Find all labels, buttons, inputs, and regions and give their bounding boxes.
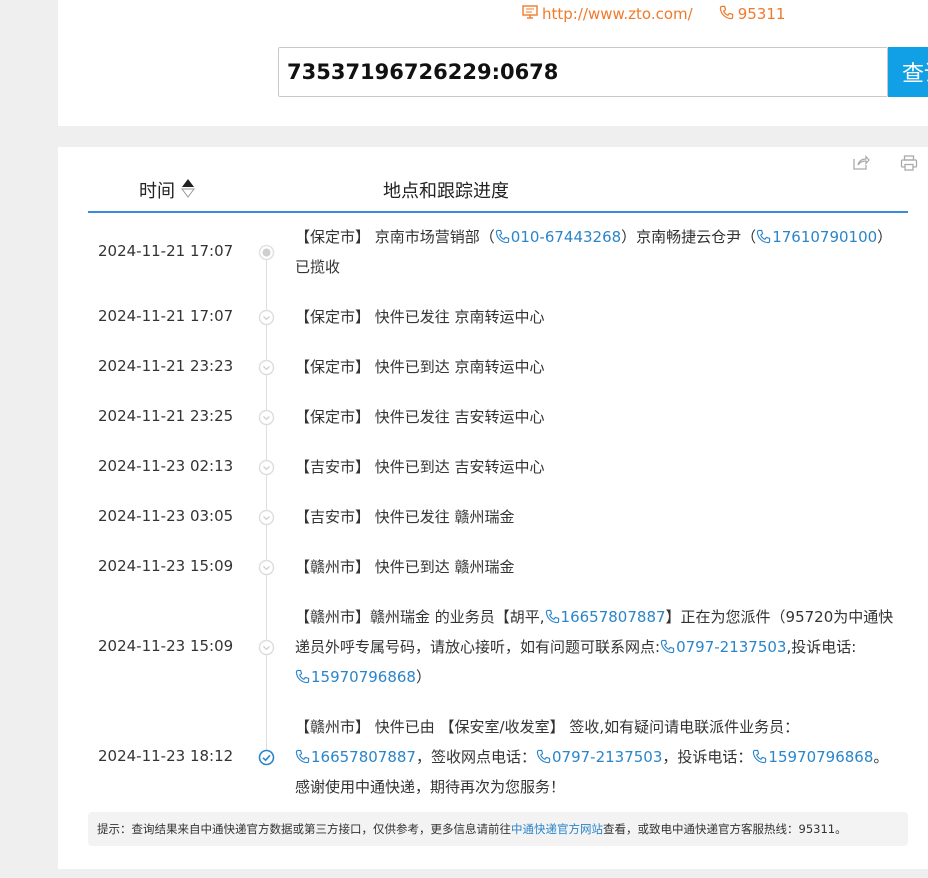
tracking-description: 【保定市】 快件已发往 吉安转运中心 (295, 408, 545, 426)
tracking-description: 【赣州市】 快件已由 【保安室/收发室】 签收,如有疑问请电联派件业务员：166… (295, 718, 889, 796)
phone-number: 16657807887 (311, 748, 416, 766)
tracking-row: 2024-11-21 23:23 【保定市】 快件已到达 京南转运中心 (58, 352, 928, 382)
tracking-description: 【吉安市】 快件已发往 赣州瑞金 (295, 508, 515, 526)
tracking-time: 2024-11-23 15:09 (98, 637, 234, 655)
tracking-row: 2024-11-23 03:05 【吉安市】 快件已发往 赣州瑞金 (58, 502, 928, 532)
hotline: 95311 (719, 5, 786, 24)
phone-number: 010-67443268 (510, 228, 622, 246)
tracking-description: 【保定市】 快件已到达 京南转运中心 (295, 358, 545, 376)
phone-number: 17610790100 (772, 228, 878, 246)
print-icon[interactable] (900, 155, 918, 175)
phone-icon (660, 638, 676, 656)
hotline-number: 95311 (737, 5, 786, 23)
phone-link[interactable]: 0797-2137503 (536, 748, 662, 766)
phone-icon (536, 748, 552, 766)
chevron-down-icon (258, 509, 275, 526)
phone-icon (295, 748, 311, 766)
tracking-row: 2024-11-21 23:25 【保定市】 快件已发往 吉安转运中心 (58, 402, 928, 432)
contact-row: http://www.zto.com/ 95311 (522, 4, 785, 24)
toolbar (852, 154, 928, 175)
tracking-time: 2024-11-23 18:12 (98, 747, 234, 765)
chevron-down-icon (258, 359, 275, 376)
tracking-number-input[interactable] (278, 47, 888, 97)
sort-icon[interactable] (181, 178, 195, 203)
tracking-row: 2024-11-23 18:12 【赣州市】 快件已由 【保安室/收发室】 签收,… (58, 712, 928, 802)
website-link[interactable]: http://www.zto.com/ (522, 5, 693, 23)
place-column-header: 地点和跟踪进度 (383, 181, 509, 202)
tracking-description: 【保定市】 快件已发往 京南转运中心 (295, 308, 545, 326)
phone-icon (719, 5, 738, 24)
tracking-time: 2024-11-21 17:07 (98, 307, 234, 325)
chevron-down-icon (258, 639, 275, 656)
chevron-down-icon (258, 559, 275, 576)
phone-icon (545, 608, 561, 626)
tracking-time: 2024-11-21 23:23 (98, 357, 234, 375)
phone-link[interactable]: 0797-2137503 (660, 638, 786, 656)
monitor-icon (522, 5, 542, 23)
phone-link[interactable]: 16657807887 (545, 608, 666, 626)
tracking-description: 【保定市】 京南市场营销部（ 010-67443268）京南畅捷云仓尹（ 17610… (295, 228, 893, 276)
tracking-time: 2024-11-21 23:25 (98, 407, 234, 425)
signed-check-icon (258, 749, 275, 766)
time-column-header[interactable]: 时间 (139, 177, 195, 203)
phone-number: 15970796868 (768, 748, 874, 766)
phone-number: 16657807887 (560, 608, 666, 626)
footer-suffix: 查看，或致电中通快递官方客服热线：95311。 (603, 822, 847, 836)
phone-icon (495, 228, 511, 246)
tracking-row: 2024-11-21 17:07 【保定市】 快件已发往 京南转运中心 (58, 302, 928, 332)
phone-link[interactable]: 15970796868 (752, 748, 873, 766)
footer-prefix: 提示：查询结果来自中通快递官方数据或第三方接口，仅供参考，更多信息请前往 (97, 822, 511, 836)
start-dot-icon (258, 244, 275, 261)
phone-link[interactable]: 15970796868 (295, 668, 416, 686)
tracking-time: 2024-11-23 02:13 (98, 457, 234, 475)
tracking-row: 2024-11-23 15:09 【赣州市】 快件已到达 赣州瑞金 (58, 552, 928, 582)
time-column-label: 时间 (139, 181, 175, 202)
phone-icon (756, 228, 772, 246)
footer-note: 提示：查询结果来自中通快递官方数据或第三方接口，仅供参考，更多信息请前往中通快递… (88, 812, 908, 846)
phone-link[interactable]: 16657807887 (295, 748, 416, 766)
tracking-row: 2024-11-23 15:09 【赣州市】赣州瑞金 的业务员【胡平, 166578… (58, 602, 928, 692)
tracking-description: 【赣州市】赣州瑞金 的业务员【胡平, 16657807887】正在为您派件（957… (295, 608, 894, 686)
table-header: 时间 地点和跟踪进度 (88, 175, 908, 213)
share-icon[interactable] (852, 154, 870, 175)
official-site-link[interactable]: 中通快递官方网站 (511, 822, 603, 836)
website-text: http://www.zto.com/ (542, 5, 693, 23)
chevron-down-icon (258, 409, 275, 426)
phone-icon (752, 748, 768, 766)
phone-link[interactable]: 17610790100 (756, 228, 877, 246)
tracking-description: 【赣州市】 快件已到达 赣州瑞金 (295, 558, 515, 576)
tracking-panel: 时间 地点和跟踪进度 2024-11-21 17:07 【保定市】 京南市场营销部… (58, 147, 928, 869)
phone-icon (295, 668, 311, 686)
chevron-down-icon (258, 309, 275, 326)
search-button[interactable]: 查询 (888, 47, 928, 97)
tracking-row: 2024-11-23 02:13 【吉安市】 快件已到达 吉安转运中心 (58, 452, 928, 482)
tracking-time: 2024-11-23 15:09 (98, 557, 234, 575)
phone-number: 15970796868 (311, 668, 416, 686)
tracking-row: 2024-11-21 17:07 【保定市】 京南市场营销部（ 010-674432… (58, 222, 928, 282)
tracking-description: 【吉安市】 快件已到达 吉安转运中心 (295, 458, 545, 476)
tracking-time: 2024-11-23 03:05 (98, 507, 234, 525)
tracking-time: 2024-11-21 17:07 (98, 242, 234, 260)
search-bar: 查询 (278, 47, 928, 97)
chevron-down-icon (258, 459, 275, 476)
phone-number: 0797-2137503 (552, 748, 663, 766)
phone-link[interactable]: 010-67443268 (495, 228, 621, 246)
phone-number: 0797-2137503 (676, 638, 787, 656)
